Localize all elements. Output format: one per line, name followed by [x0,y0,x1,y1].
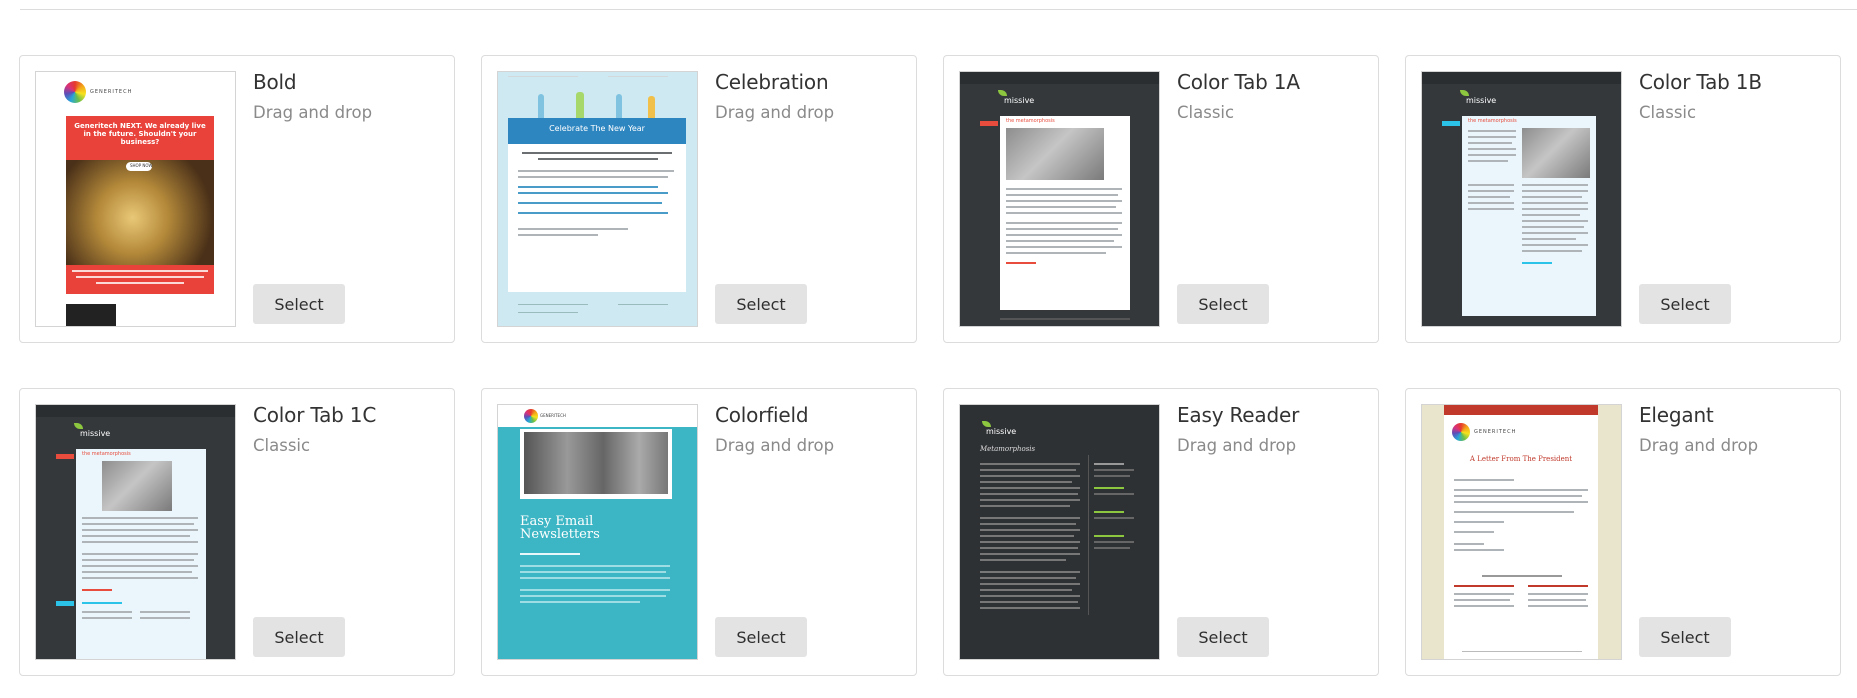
template-thumbnail-elegant[interactable]: GENERITECH A Letter From The President [1421,404,1622,660]
template-card-easy-reader[interactable]: missive Metamorphosis Easy Reader Drag a… [943,388,1379,676]
select-button-bold[interactable]: Select [253,284,345,324]
color-tab-marker [56,454,74,459]
template-card-color-tab-1a[interactable]: missive the metamorphosis Color Tab 1A C… [943,55,1379,343]
template-type: Drag and drop [1177,436,1297,455]
template-name: Easy Reader [1177,403,1300,427]
thumb-brand: GENERITECH [90,89,133,95]
template-type: Classic [1639,103,1697,122]
thumb-button: SHOP NOW [130,163,153,168]
template-thumbnail-bold[interactable]: GENERITECH Generitech NEXT. We already l… [35,71,236,327]
color-tab-marker [980,121,998,126]
template-card-elegant[interactable]: GENERITECH A Letter From The President E… [1405,388,1841,676]
template-type: Drag and drop [1639,436,1759,455]
template-name: Celebration [715,70,829,94]
template-type: Classic [1177,103,1235,122]
generitech-logo-icon [524,409,538,423]
select-button-celebration[interactable]: Select [715,284,807,324]
template-thumbnail-easy-reader[interactable]: missive Metamorphosis [959,404,1160,660]
select-button-elegant[interactable]: Select [1639,617,1731,657]
template-name: Colorfield [715,403,809,427]
template-thumbnail-color-tab-1c[interactable]: missive the metamorphosis [35,404,236,660]
thumb-brand: missive [1466,96,1497,105]
engraving-image [1006,128,1104,180]
select-button-color-tab-1b[interactable]: Select [1639,284,1731,324]
template-name: Color Tab 1C [253,403,377,427]
top-divider [20,9,1857,10]
template-thumbnail-color-tab-1b[interactable]: missive the metamorphosis [1421,71,1622,327]
thumb-heading: A Letter From The President [1469,455,1573,463]
template-thumbnail-color-tab-1a[interactable]: missive the metamorphosis [959,71,1160,327]
template-thumbnail-celebration[interactable]: Celebrate The New Year [497,71,698,327]
template-type: Drag and drop [253,103,373,122]
template-card-color-tab-1c[interactable]: missive the metamorphosis Color Tab 1C C… [19,388,455,676]
server-room-image [524,432,668,494]
template-card-bold[interactable]: GENERITECH Generitech NEXT. We already l… [19,55,455,343]
template-name: Color Tab 1B [1639,70,1762,94]
template-type: Drag and drop [715,436,835,455]
thumb-heading: the metamorphosis [1468,118,1517,124]
engraving-image [1522,128,1590,178]
generitech-logo-icon [64,81,86,103]
select-button-easy-reader[interactable]: Select [1177,617,1269,657]
select-button-colorfield[interactable]: Select [715,617,807,657]
template-type: Drag and drop [715,103,835,122]
template-card-colorfield[interactable]: GENERITECH Easy Email Newsletters Colorf… [481,388,917,676]
thumb-heading: the metamorphosis [1006,118,1055,124]
thumb-brand: missive [986,427,1017,436]
thumb-headline: Generitech NEXT. We already live in the … [74,122,206,146]
template-name: Color Tab 1A [1177,70,1300,94]
template-card-celebration[interactable]: Celebrate The New Year Celebration Drag … [481,55,917,343]
select-button-color-tab-1a[interactable]: Select [1177,284,1269,324]
thumb-brand: missive [1004,96,1035,105]
generitech-logo-icon [1452,423,1470,441]
template-name: Bold [253,70,297,94]
template-grid: GENERITECH Generitech NEXT. We already l… [19,55,1843,676]
thumb-heading: Metamorphosis [980,445,1036,453]
thumb-heading: Celebrate The New Year [549,124,645,133]
template-card-color-tab-1b[interactable]: missive the metamorphosis Color Tab 1B C… [1405,55,1841,343]
engraving-image [102,461,172,511]
thumb-brand: GENERITECH [1474,429,1517,435]
thumb-heading: the metamorphosis [82,451,131,457]
thumb-brand: GENERITECH [540,413,566,418]
thumb-brand: missive [80,429,111,438]
thumb-heading: Easy Email Newsletters [520,514,600,542]
template-name: Elegant [1639,403,1714,427]
template-type: Classic [253,436,311,455]
template-thumbnail-colorfield[interactable]: GENERITECH Easy Email Newsletters [497,404,698,660]
color-tab-marker [1442,121,1460,126]
select-button-color-tab-1c[interactable]: Select [253,617,345,657]
